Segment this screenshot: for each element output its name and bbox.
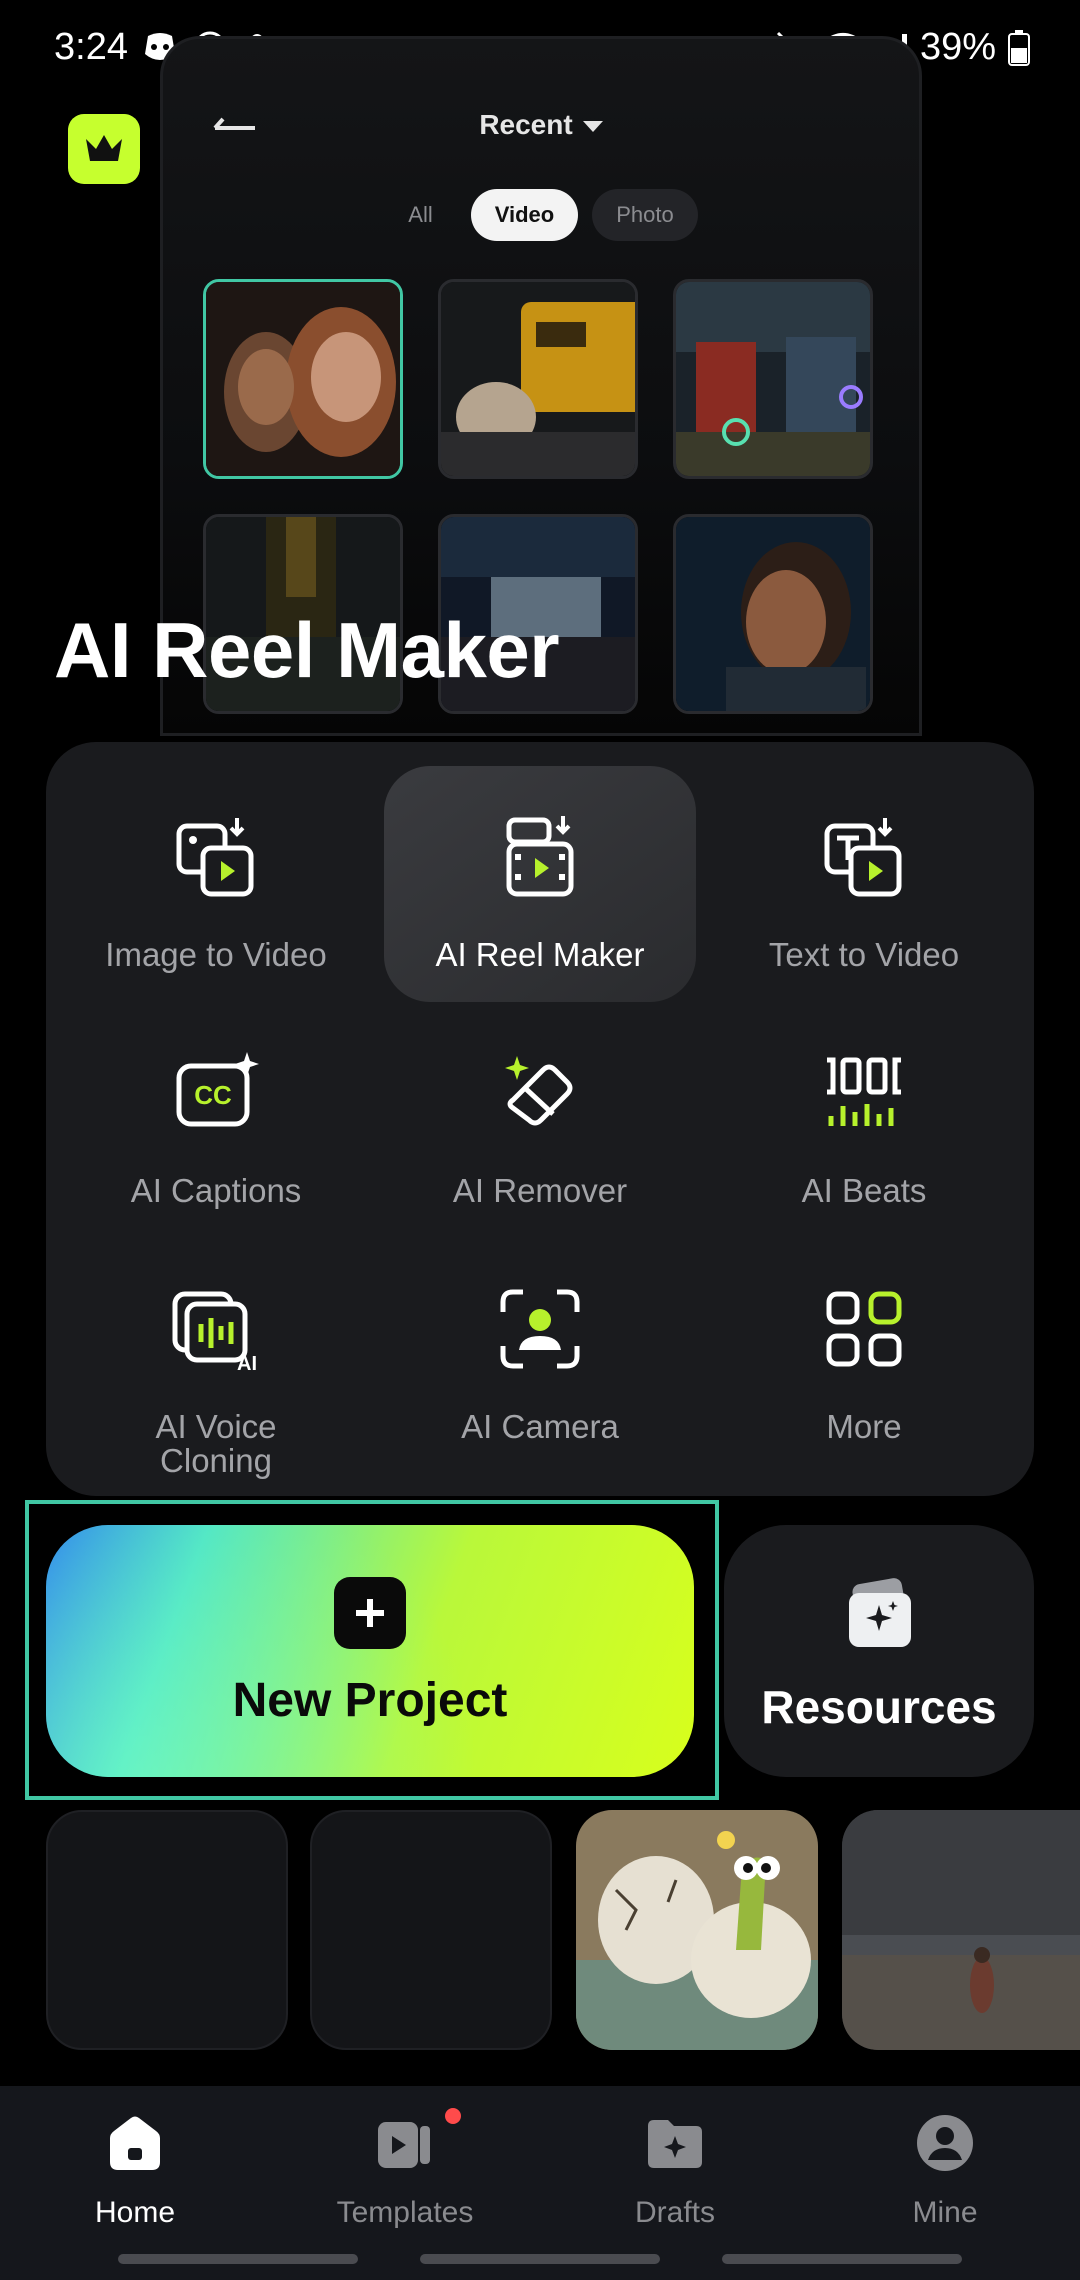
filter-all: All bbox=[408, 202, 433, 227]
media-thumbnail bbox=[673, 279, 873, 479]
tool-text-to-video[interactable]: Text to Video bbox=[708, 766, 1020, 1002]
captions-icon: CC bbox=[176, 1052, 259, 1127]
camera-icon bbox=[500, 1289, 580, 1369]
tool-ai-voice-cloning[interactable]: AI AI Voice Cloning bbox=[60, 1238, 372, 1478]
recent-dropdown: Recent bbox=[163, 109, 919, 141]
tool-label: AI Reel Maker bbox=[435, 936, 645, 973]
media-thumbnail bbox=[203, 279, 403, 479]
template-card[interactable] bbox=[46, 1810, 288, 2050]
beats-icon bbox=[827, 1057, 901, 1126]
battery-icon bbox=[1008, 29, 1030, 66]
nav-label: Drafts bbox=[634, 2196, 715, 2229]
plus-icon bbox=[334, 1577, 406, 1649]
reel-maker-icon bbox=[506, 816, 574, 897]
tool-ai-captions[interactable]: CC AI Captions bbox=[60, 1002, 372, 1238]
nav-label: Templates bbox=[336, 2196, 474, 2229]
media-filter-pills: All Video Photo bbox=[163, 189, 919, 241]
grid-icon bbox=[826, 1291, 902, 1367]
tool-label: Image to Video bbox=[105, 936, 327, 973]
bottom-navigation: Home Templates Drafts Mine bbox=[0, 2086, 1080, 2280]
tool-more[interactable]: More bbox=[708, 1238, 1020, 1474]
text-to-video-icon bbox=[824, 818, 902, 897]
nav-label: Home bbox=[94, 2196, 176, 2229]
tool-label: AI Voice Cloning bbox=[155, 1408, 277, 1479]
resources-label: Resources bbox=[761, 1681, 997, 1733]
svg-text:CC: CC bbox=[194, 1080, 232, 1110]
tool-label: AI Beats bbox=[801, 1172, 927, 1209]
tool-label: AI Camera bbox=[461, 1408, 619, 1445]
nav-templates[interactable]: Templates bbox=[305, 2108, 505, 2232]
gesture-bar-left bbox=[118, 2254, 358, 2264]
resources-icon bbox=[849, 1578, 911, 1647]
gesture-bar-center bbox=[420, 2254, 660, 2264]
hero-title: AI Reel Maker bbox=[54, 606, 560, 694]
template-card[interactable] bbox=[310, 1810, 552, 2050]
profile-icon bbox=[917, 2115, 973, 2171]
resources-button[interactable]: Resources bbox=[724, 1525, 1034, 1777]
nav-drafts[interactable]: Drafts bbox=[575, 2112, 775, 2232]
tool-label: More bbox=[826, 1408, 902, 1445]
voice-cloning-icon: AI bbox=[172, 1291, 257, 1374]
tool-image-to-video[interactable]: Image to Video bbox=[60, 766, 372, 1002]
template-card[interactable] bbox=[842, 1810, 1080, 2050]
home-icon bbox=[110, 2116, 160, 2170]
drafts-icon bbox=[648, 2120, 702, 2168]
tool-ai-beats[interactable]: AI Beats bbox=[708, 1002, 1020, 1238]
media-thumbnail bbox=[673, 514, 873, 714]
premium-crown-button[interactable] bbox=[68, 114, 140, 184]
tool-label: AI Remover bbox=[452, 1172, 628, 1209]
nav-label: Mine bbox=[912, 2196, 978, 2229]
tool-ai-camera[interactable]: AI Camera bbox=[384, 1238, 696, 1474]
new-project-button[interactable]: New Project bbox=[46, 1525, 694, 1777]
template-card[interactable] bbox=[576, 1810, 818, 2050]
tool-ai-remover[interactable]: AI Remover bbox=[384, 1002, 696, 1238]
filter-video: Video bbox=[470, 189, 579, 241]
ai-tools-panel: Image to Video AI Reel Maker Text to Vid… bbox=[46, 742, 1034, 1496]
tool-ai-reel-maker[interactable]: AI Reel Maker bbox=[384, 766, 696, 1002]
svg-text:AI: AI bbox=[237, 1353, 257, 1374]
status-time: 3:24 bbox=[54, 26, 128, 68]
gesture-bar-right bbox=[722, 2254, 962, 2264]
battery-percent: 39% bbox=[919, 26, 996, 68]
media-thumbnail bbox=[438, 279, 638, 479]
notification-dot bbox=[445, 2108, 461, 2124]
image-to-video-icon bbox=[176, 818, 254, 897]
nav-mine[interactable]: Mine bbox=[845, 2112, 1045, 2232]
templates-icon bbox=[378, 2122, 430, 2168]
crown-icon bbox=[86, 135, 122, 161]
filter-photo: Photo bbox=[592, 189, 698, 241]
tool-label: AI Captions bbox=[130, 1172, 302, 1209]
caret-down-icon bbox=[582, 121, 603, 133]
eraser-icon bbox=[505, 1056, 573, 1126]
new-project-label: New Project bbox=[232, 1674, 508, 1727]
tool-label: Text to Video bbox=[768, 936, 960, 973]
recent-label: Recent bbox=[479, 109, 573, 140]
nav-home[interactable]: Home bbox=[35, 2112, 235, 2232]
